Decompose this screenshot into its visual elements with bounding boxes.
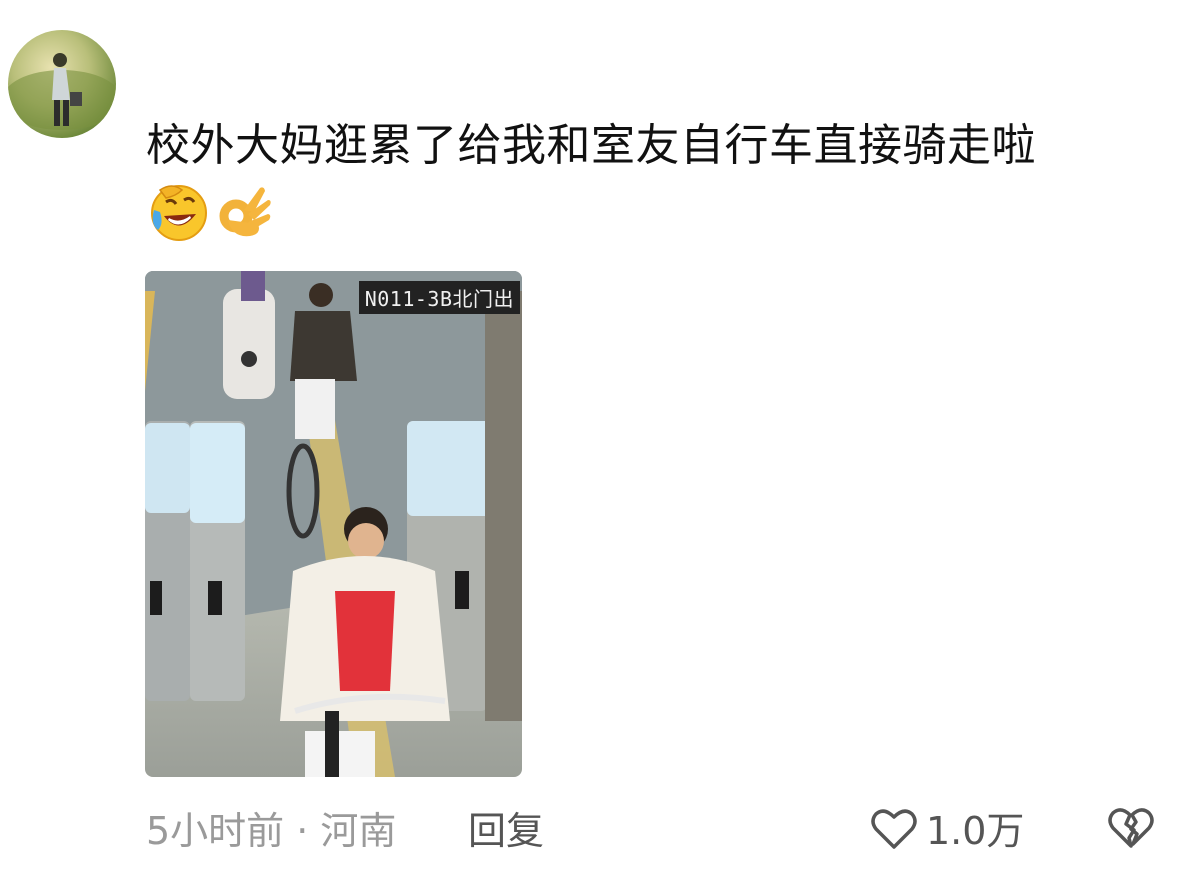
ok-hand-emoji-icon xyxy=(219,187,271,237)
user-avatar[interactable] xyxy=(8,30,116,138)
like-button[interactable]: 1.0万 xyxy=(870,800,1024,855)
avatar-figure-icon xyxy=(8,53,116,130)
like-count: 1.0万 xyxy=(926,809,1025,853)
surveillance-image xyxy=(145,271,522,777)
emoji-row xyxy=(146,180,276,242)
laughing-crying-emoji-icon xyxy=(151,185,207,241)
post-meta: 5小时前 · 河南 xyxy=(146,809,397,853)
reply-button[interactable]: 回复 xyxy=(468,800,544,855)
broken-heart-icon xyxy=(1108,808,1154,848)
comment-text: 校外大妈逛累了给我和室友自行车直接骑走啦 xyxy=(146,120,1036,171)
attached-photo[interactable]: N011-3B北门出 xyxy=(145,271,522,777)
heart-outline-icon xyxy=(871,808,917,849)
dislike-button[interactable] xyxy=(1106,804,1156,854)
camera-label: N011-3B北门出 xyxy=(358,281,520,314)
